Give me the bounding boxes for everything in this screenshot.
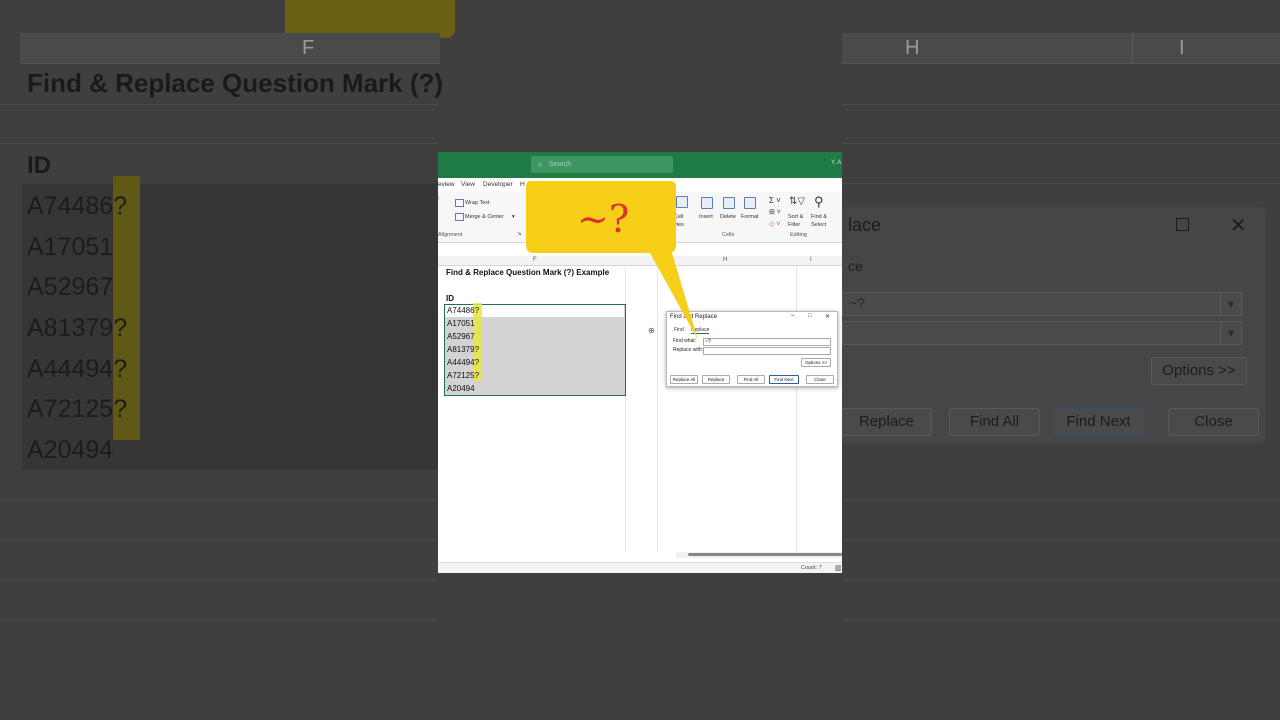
bg-gridline	[842, 183, 1280, 184]
horizontal-scrollbar[interactable]	[676, 552, 842, 558]
column-header-i[interactable]: I	[810, 257, 812, 263]
data-cell[interactable]: A81379?	[447, 345, 479, 354]
find-select-icon: ⚲	[814, 194, 824, 209]
editing-group-label: Editing	[790, 232, 807, 238]
tab-developer[interactable]: Developer	[483, 181, 513, 188]
sort-filter-label-1[interactable]: Sort &	[788, 214, 803, 220]
data-cell[interactable]: A17051	[447, 319, 475, 328]
replace-button[interactable]: Replace	[702, 375, 730, 384]
close-button[interactable]: Close	[806, 375, 834, 384]
tab-view[interactable]: View	[461, 181, 475, 188]
bg-gridline	[0, 104, 438, 105]
wrap-text-button[interactable]: Wrap Text	[465, 200, 490, 206]
data-cell[interactable]: A72125?	[447, 371, 479, 380]
bg-sheet-title: Find & Replace Question Mark (?)	[27, 68, 444, 98]
bg-replace-input: ▾	[842, 321, 1242, 345]
bg-col-i: I	[1179, 37, 1185, 59]
account-name[interactable]: Y. A	[831, 160, 841, 166]
alignment-group-label: Alignment	[438, 232, 463, 238]
find-all-button[interactable]: Find All	[737, 375, 765, 384]
data-cell[interactable]: A74486?	[447, 306, 479, 315]
ribbon-left-edge: ⁞	[438, 196, 440, 202]
callout-text: ~?	[577, 197, 630, 241]
bg-close-icon: ✕	[1230, 215, 1247, 237]
wrap-text-icon	[455, 199, 464, 207]
bg-data-row: A72125?	[27, 395, 128, 423]
tab-review[interactable]: eview	[438, 181, 455, 188]
chevron-down-icon: ▾	[1220, 293, 1241, 315]
bg-maximize-icon	[1176, 218, 1189, 231]
bg-replace-button: Replace	[842, 408, 932, 436]
bg-col-f: F	[302, 37, 315, 59]
bg-column-header-left: F	[20, 33, 440, 64]
id-header-cell[interactable]: ID	[446, 294, 454, 303]
bg-gridline	[842, 620, 1280, 621]
bg-dialog-tab: ce	[848, 258, 863, 274]
callout-bubble	[526, 181, 698, 340]
bg-col-separator	[1132, 33, 1133, 63]
bg-data-row: A52967	[27, 273, 114, 301]
bg-gridline	[0, 540, 438, 541]
bg-data-row: A81379?	[27, 314, 128, 342]
bg-gridline	[842, 143, 1280, 144]
format-icon	[744, 197, 756, 209]
bg-options-button: Options >>	[1151, 357, 1247, 385]
maximize-icon[interactable]: □	[808, 313, 812, 319]
data-cell[interactable]: A52967	[447, 332, 475, 341]
bg-id-header: ID	[27, 152, 51, 179]
minimize-icon[interactable]: –	[791, 313, 794, 319]
data-cell[interactable]: A20494	[447, 384, 475, 393]
bg-gridline	[0, 580, 438, 581]
page-view-icon[interactable]: ▥	[835, 564, 842, 572]
bg-gridline	[842, 540, 1280, 541]
scrollbar-thumb[interactable]	[688, 553, 842, 556]
bg-gridline	[0, 143, 438, 144]
data-cell[interactable]: A44494?	[447, 358, 479, 367]
sort-filter-icon: ⇅▽	[789, 196, 806, 207]
chevron-down-icon[interactable]: ▾	[512, 214, 515, 220]
bg-data-row: A74486?	[27, 192, 128, 220]
find-next-button[interactable]: Find Next	[769, 375, 799, 384]
bg-data-row: A44494?	[27, 355, 128, 383]
options-button[interactable]: Options >>	[801, 358, 831, 367]
find-select-label-2[interactable]: Select	[811, 222, 826, 228]
bg-gridline	[842, 104, 1280, 105]
find-select-label-1[interactable]: Find &	[811, 214, 827, 220]
search-icon: ⌕	[538, 160, 543, 169]
autosum-icon[interactable]: Σ ˅	[769, 196, 781, 205]
bg-close-button: Close	[1168, 408, 1259, 436]
bg-find-next-button: Find Next	[1053, 408, 1144, 436]
bg-data-row: A17051	[27, 233, 114, 261]
search-placeholder: Search	[549, 161, 572, 168]
close-icon[interactable]: ✕	[825, 313, 830, 320]
bg-gridline	[0, 500, 438, 501]
status-count: Count: 7	[801, 565, 822, 571]
bg-data-row: A20494	[27, 436, 114, 464]
clear-icon[interactable]: ◇ ˅	[769, 220, 780, 228]
bg-column-header-right: H I	[842, 33, 1280, 64]
chevron-down-icon: ▾	[1220, 322, 1241, 344]
merge-center-icon	[455, 213, 464, 221]
fill-icon[interactable]: ⊞ ˅	[769, 208, 781, 216]
bg-gridline	[0, 620, 438, 621]
format-button[interactable]: Format	[741, 214, 758, 220]
replace-all-button[interactable]: Replace All	[670, 375, 698, 384]
bg-find-value: ~?	[849, 295, 865, 311]
bg-find-all-button: Find All	[949, 408, 1040, 436]
status-bar: Count: 7 ▥	[438, 562, 842, 573]
bg-gridline	[842, 580, 1280, 581]
bg-dialog-title: lace	[848, 215, 882, 235]
bg-col-h: H	[905, 37, 920, 59]
bg-gridline	[842, 500, 1280, 501]
bg-find-input: ~? ▾	[842, 292, 1242, 316]
sort-filter-label-2[interactable]: Filter	[788, 222, 800, 228]
search-box[interactable]: ⌕ Search	[531, 156, 673, 173]
grid-column-line	[796, 265, 797, 552]
merge-center-button[interactable]: Merge & Center	[465, 214, 504, 220]
